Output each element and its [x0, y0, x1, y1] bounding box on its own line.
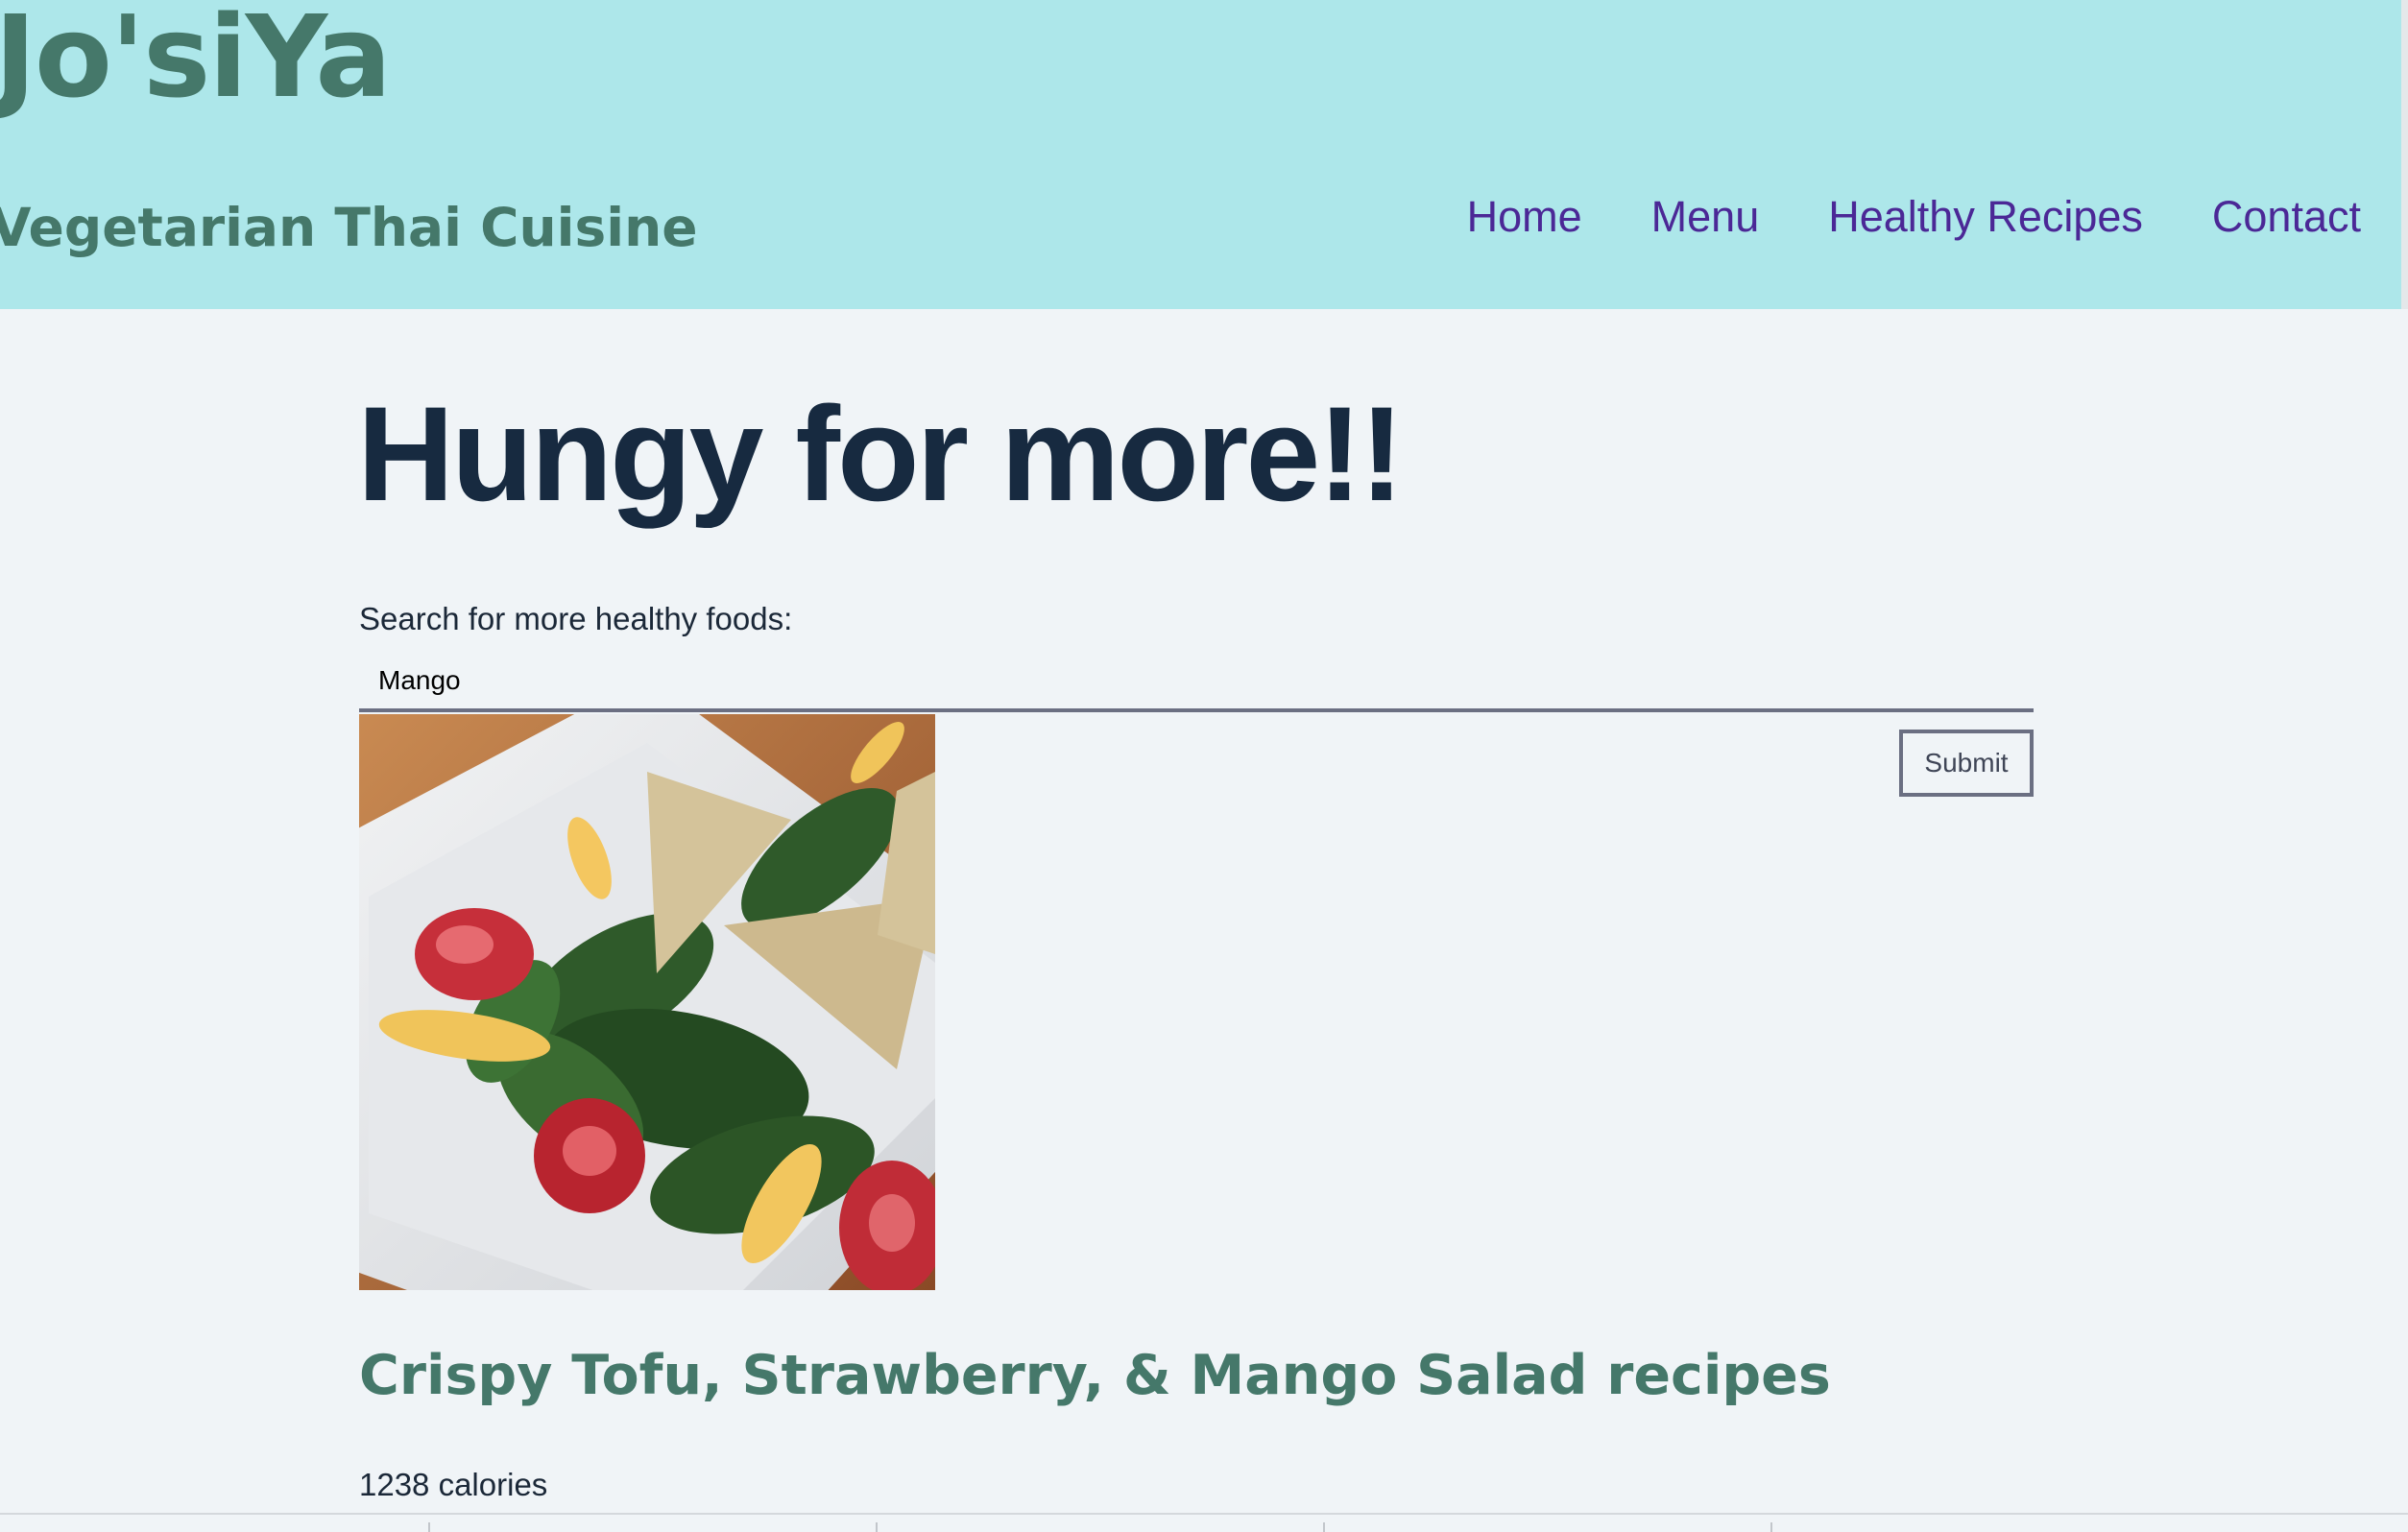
nav-healthy-recipes-link[interactable]: Healthy Recipes: [1828, 192, 2143, 242]
search-label: Search for more healthy foods:: [359, 601, 793, 636]
nav-contact-link[interactable]: Contact: [2212, 192, 2361, 242]
recipe-title: Crispy Tofu, Strawberry, & Mango Salad r…: [359, 1344, 1831, 1407]
main-nav: Home Menu Healthy Recipes Contact: [1467, 192, 2361, 242]
brand-title: Jo'siYa: [0, 0, 392, 123]
nav-home-link[interactable]: Home: [1467, 192, 1582, 242]
column-tick: [1323, 1522, 1325, 1532]
nav-menu-link[interactable]: Menu: [1651, 192, 1760, 242]
search-input[interactable]: [359, 653, 2034, 712]
column-tick: [1770, 1522, 1772, 1532]
salad-illustration: [359, 714, 935, 1290]
submit-button[interactable]: Submit: [1899, 730, 2034, 797]
column-tick: [428, 1522, 430, 1532]
salad-photo: [359, 714, 935, 1290]
brand-subtitle: Vegetarian Thai Cuisine: [0, 197, 698, 258]
header-edge: [2401, 0, 2408, 309]
recipe-calories: 1238 calories: [359, 1467, 548, 1502]
column-tick: [876, 1522, 878, 1532]
site-header: Jo'siYa Vegetarian Thai Cuisine Home Men…: [0, 0, 2401, 309]
bottom-divider: [0, 1513, 2408, 1515]
page-title: Hungy for more!!: [357, 378, 1405, 529]
